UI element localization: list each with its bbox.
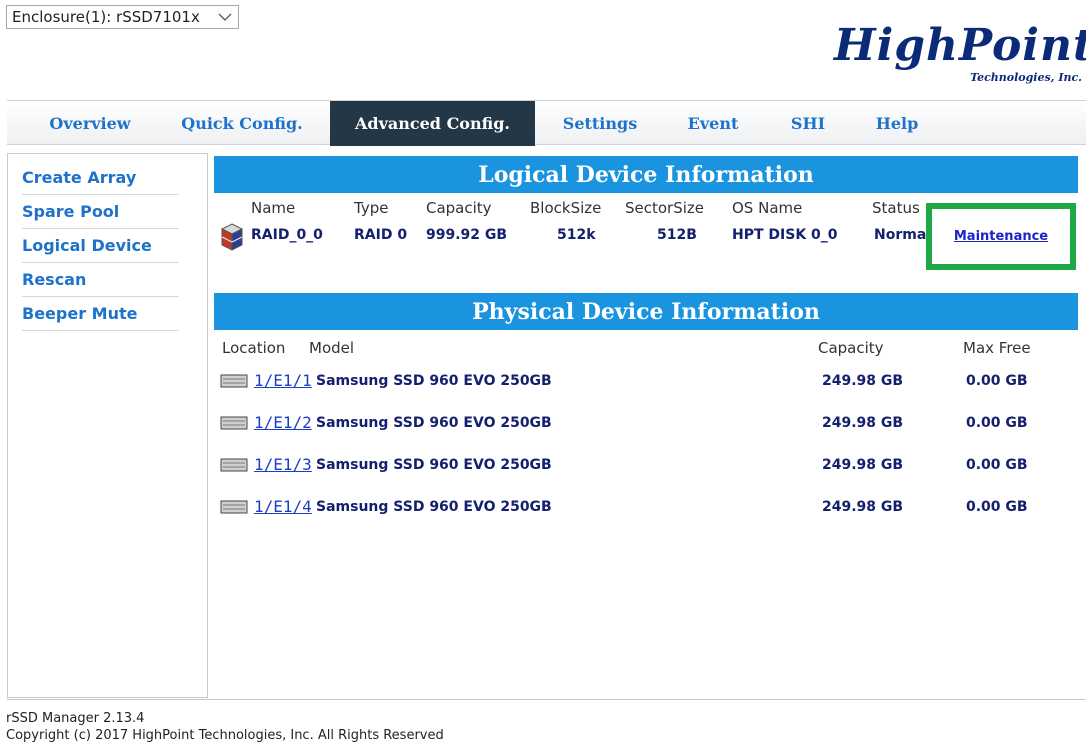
pd-capacity: 249.98 GB	[822, 373, 904, 389]
logical-capacity: 999.92 GB	[426, 227, 508, 243]
col-header-osname: OS Name	[732, 199, 803, 217]
logical-device-header: Logical Device Information	[214, 156, 1078, 193]
pd-capacity: 249.98 GB	[822, 499, 904, 515]
enclosure-select[interactable]: Enclosure(1): rSSD7101x	[6, 5, 239, 29]
chevron-down-icon	[218, 13, 232, 21]
tab-quick-config[interactable]: Quick Config.	[167, 101, 317, 146]
logical-sectorsize: 512B	[657, 227, 697, 243]
tab-settings[interactable]: Settings	[550, 101, 650, 146]
footer-copyright: Copyright (c) 2017 HighPoint Technologie…	[6, 728, 444, 743]
col-header-sectorsize: SectorSize	[625, 199, 705, 217]
pd-maxfree: 0.00 GB	[966, 415, 1028, 431]
pd-model: Samsung SSD 960 EVO 250GB	[316, 499, 552, 515]
col-header-maxfree: Max Free	[963, 339, 1031, 357]
col-header-name: Name	[251, 199, 296, 217]
tab-advanced-config[interactable]: Advanced Config.	[330, 101, 535, 146]
pd-maxfree: 0.00 GB	[966, 373, 1028, 389]
sidebar-item-logical-device[interactable]: Logical Device	[22, 229, 179, 263]
tab-help[interactable]: Help	[862, 101, 932, 146]
logical-name: RAID_0_0	[251, 227, 323, 243]
pd-model: Samsung SSD 960 EVO 250GB	[316, 373, 552, 389]
col-header-capacity: Capacity	[426, 199, 492, 217]
tab-overview[interactable]: Overview	[25, 101, 155, 146]
col-header-model: Model	[309, 339, 355, 357]
logo-brand: HighPoint	[834, 20, 1086, 71]
highpoint-logo: HighPoint Technologies, Inc.	[830, 20, 1086, 90]
pd-maxfree: 0.00 GB	[966, 457, 1028, 473]
col-header-location: Location	[222, 339, 286, 357]
pd-model: Samsung SSD 960 EVO 250GB	[316, 457, 552, 473]
footer-divider	[7, 699, 1086, 700]
sidebar: Create Array Spare Pool Logical Device R…	[7, 153, 208, 698]
sidebar-item-spare-pool[interactable]: Spare Pool	[22, 195, 179, 229]
pd-location-link[interactable]: 1/E1/2	[254, 413, 312, 432]
pd-capacity: 249.98 GB	[822, 415, 904, 431]
sidebar-item-create-array[interactable]: Create Array	[22, 161, 179, 195]
sidebar-item-beeper-mute[interactable]: Beeper Mute	[22, 297, 179, 331]
logo-subtitle: Technologies, Inc.	[970, 71, 1082, 84]
disk-drive-icon	[220, 500, 248, 514]
pd-capacity: 249.98 GB	[822, 457, 904, 473]
logical-status: Norma	[874, 227, 927, 243]
col-header-blocksize: BlockSize	[530, 199, 602, 217]
raid-array-icon	[220, 223, 244, 251]
col-header-status: Status	[872, 199, 920, 217]
footer-version: rSSD Manager 2.13.4	[6, 711, 145, 726]
main-tab-bar: Overview Quick Config. Advanced Config. …	[7, 100, 1086, 146]
pd-location-link[interactable]: 1/E1/1	[254, 371, 312, 390]
pd-location-link[interactable]: 1/E1/3	[254, 455, 312, 474]
logical-osname: HPT DISK 0_0	[732, 227, 838, 243]
logical-blocksize: 512k	[557, 227, 596, 243]
enclosure-select-value: Enclosure(1): rSSD7101x	[12, 8, 200, 26]
physical-device-header: Physical Device Information	[214, 293, 1078, 330]
sidebar-item-rescan[interactable]: Rescan	[22, 263, 179, 297]
disk-drive-icon	[220, 458, 248, 472]
disk-drive-icon	[220, 416, 248, 430]
maintenance-link[interactable]: Maintenance	[954, 229, 1048, 244]
pd-location-link[interactable]: 1/E1/4	[254, 497, 312, 516]
maintenance-highlight-box: Maintenance	[926, 203, 1076, 270]
col-header-type: Type	[354, 199, 389, 217]
tab-shi[interactable]: SHI	[777, 101, 839, 146]
logical-type: RAID 0	[354, 227, 408, 243]
pd-maxfree: 0.00 GB	[966, 499, 1028, 515]
main-panel: Logical Device Information Name Type Cap…	[208, 153, 1086, 698]
tab-event[interactable]: Event	[673, 101, 753, 146]
pd-model: Samsung SSD 960 EVO 250GB	[316, 415, 552, 431]
col-header-pd-capacity: Capacity	[818, 339, 884, 357]
disk-drive-icon	[220, 374, 248, 388]
